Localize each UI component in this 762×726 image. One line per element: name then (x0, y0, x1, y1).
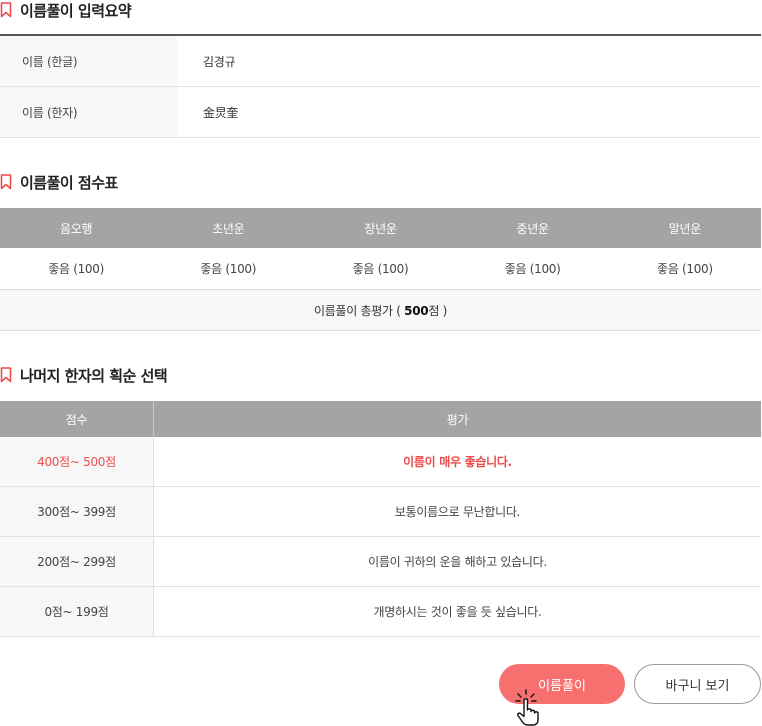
strokes-section-title: 나머지 한자의 획순 선택 (0, 365, 168, 385)
header-evaluation: 평가 (153, 401, 761, 437)
score-chonyeon: 좋음 (100) (152, 248, 305, 290)
total-prefix: 이름풀이 총평가 ( (314, 303, 405, 318)
score-jungnyeon: 좋음 (100) (456, 248, 609, 290)
bookmark-icon (0, 367, 12, 383)
evaluation-text: 이름이 매우 좋습니다. (153, 437, 761, 487)
score-section-title: 이름풀이 점수표 (0, 172, 118, 192)
strokes-title-text: 나머지 한자의 획순 선택 (20, 366, 168, 385)
name-hanja-label: 이름 (한자) (0, 86, 177, 138)
total-suffix: 점 ) (428, 303, 447, 318)
score-range: 400점~ 500점 (0, 437, 154, 487)
score-eum-ohaeng: 좋음 (100) (0, 248, 153, 290)
score-jangnyeon: 좋음 (100) (304, 248, 457, 290)
total-score: 500 (404, 303, 429, 318)
header-jangnyeon: 장년운 (304, 208, 457, 248)
name-hangul-value: 김경규 (177, 35, 761, 87)
evaluation-text: 개명하시는 것이 좋을 듯 싶습니다. (153, 586, 761, 637)
header-chonyeon: 초년운 (152, 208, 305, 248)
view-cart-button-label: 바구니 보기 (665, 678, 730, 694)
summary-section-title: 이름풀이 입력요약 (0, 0, 132, 20)
table-header-row: 음오행 초년운 장년운 중년운 말년운 (0, 208, 761, 248)
table-row: 좋음 (100) 좋음 (100) 좋음 (100) 좋음 (100) 좋음 (… (0, 248, 761, 290)
header-mallyeon: 말년운 (608, 208, 761, 248)
score-title-text: 이름풀이 점수표 (20, 173, 118, 192)
summary-title-text: 이름풀이 입력요약 (20, 1, 132, 20)
table-row: 이름 (한글) 김경규 (0, 35, 761, 87)
score-range: 300점~ 399점 (0, 486, 154, 537)
table-header-row: 점수 평가 (0, 401, 761, 437)
header-score: 점수 (0, 401, 154, 437)
score-table: 음오행 초년운 장년운 중년운 말년운 좋음 (100) 좋음 (100) 좋음… (0, 208, 761, 331)
table-row: 0점~ 199점 개명하시는 것이 좋을 듯 싶습니다. (0, 586, 761, 637)
hand-pointer-icon (515, 689, 539, 726)
header-jungnyeon: 중년운 (456, 208, 609, 248)
score-mallyeon: 좋음 (100) (608, 248, 761, 290)
bookmark-icon (0, 2, 12, 18)
name-hanja-value: 金炅奎 (177, 86, 761, 138)
score-range: 0점~ 199점 (0, 586, 154, 637)
evaluation-text: 보통이름으로 무난합니다. (153, 486, 761, 537)
table-row: 300점~ 399점 보통이름으로 무난합니다. (0, 486, 761, 537)
summary-table: 이름 (한글) 김경규 이름 (한자) 金炅奎 (0, 34, 761, 138)
table-row: 이름 (한자) 金炅奎 (0, 86, 761, 138)
table-row: 200점~ 299점 이름이 귀하의 운을 해하고 있습니다. (0, 536, 761, 587)
table-row: 400점~ 500점 이름이 매우 좋습니다. (0, 437, 761, 487)
score-range: 200점~ 299점 (0, 536, 154, 587)
strokes-table: 점수 평가 400점~ 500점 이름이 매우 좋습니다. 300점~ 399점… (0, 401, 761, 637)
name-hangul-label: 이름 (한글) (0, 35, 177, 87)
bookmark-icon (0, 174, 12, 190)
total-evaluation: 이름풀이 총평가 ( 500점 ) (0, 289, 761, 331)
evaluation-text: 이름이 귀하의 운을 해하고 있습니다. (153, 536, 761, 587)
header-eum-ohaeng: 음오행 (0, 208, 153, 248)
table-row: 이름풀이 총평가 ( 500점 ) (0, 289, 761, 331)
view-cart-button[interactable]: 바구니 보기 (634, 664, 761, 704)
